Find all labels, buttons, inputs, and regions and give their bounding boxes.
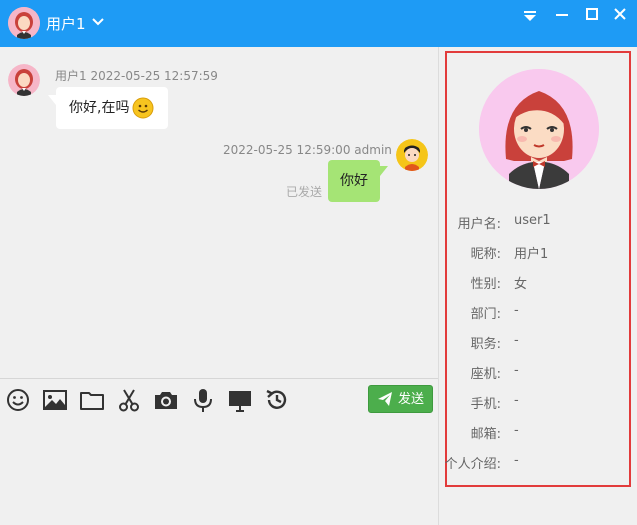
field-value: - <box>514 423 519 438</box>
field-value: - <box>514 333 519 348</box>
scissors-icon[interactable] <box>116 387 142 413</box>
field-label: 部门: <box>470 307 501 322</box>
panel-divider <box>438 47 439 525</box>
minimize-icon[interactable] <box>552 6 572 24</box>
field-value: - <box>514 363 519 378</box>
profile-field-position: 职务: - <box>447 333 629 353</box>
title-bar: 用户1 <box>0 0 637 47</box>
profile-field-bio: 个人介绍: - <box>444 453 629 473</box>
folder-icon[interactable] <box>79 387 105 413</box>
message-sender: admin <box>354 143 392 157</box>
profile-field-email: 邮箱: - <box>447 423 629 443</box>
field-value: user1 <box>514 213 551 228</box>
smiley-emoji-icon <box>132 97 154 119</box>
chat-message-area[interactable]: 用户1 2022-05-25 12:57:59 你好,在吗 2022-05-25… <box>0 47 438 378</box>
menu-dropdown-icon[interactable] <box>520 6 540 24</box>
field-label: 个人介绍: <box>444 457 501 472</box>
monitor-icon[interactable] <box>227 387 253 413</box>
maximize-icon[interactable] <box>582 6 602 24</box>
send-button[interactable]: 发送 <box>368 385 433 413</box>
emoji-icon[interactable] <box>5 387 31 413</box>
field-label: 座机: <box>470 367 501 382</box>
message-time: 2022-05-25 12:59:00 <box>223 143 351 157</box>
sender-avatar[interactable] <box>8 64 40 96</box>
message-input[interactable] <box>0 421 438 525</box>
send-button-label: 发送 <box>398 391 425 406</box>
profile-field-gender: 性别: 女 <box>447 273 629 293</box>
message-status: 已发送 <box>286 185 323 199</box>
message-text: 你好 <box>340 173 368 189</box>
own-avatar[interactable] <box>396 139 428 171</box>
user-avatar[interactable] <box>8 7 40 39</box>
field-value: - <box>514 393 519 408</box>
input-toolbar: 发送 <box>0 378 438 421</box>
profile-field-username: 用户名: user1 <box>447 213 629 233</box>
user-profile-panel: 用户名: user1 昵称: 用户1 性别: 女 部门: - 职务: - 座机:… <box>445 51 631 487</box>
message-time: 2022-05-25 12:57:59 <box>90 69 218 83</box>
paper-plane-icon <box>378 392 392 406</box>
profile-field-nickname: 昵称: 用户1 <box>447 243 629 263</box>
field-value: 女 <box>514 277 528 292</box>
chevron-down-icon[interactable] <box>92 17 104 27</box>
field-value: - <box>514 453 519 468</box>
field-label: 用户名: <box>457 217 501 232</box>
message-bubble-sent[interactable]: 你好 <box>328 160 388 202</box>
microphone-icon[interactable] <box>190 387 216 413</box>
message-sender: 用户1 <box>55 69 87 83</box>
profile-field-mobile: 手机: - <box>447 393 629 413</box>
close-icon[interactable] <box>610 6 630 24</box>
field-value: 用户1 <box>514 247 549 262</box>
camera-icon[interactable] <box>153 387 179 413</box>
field-label: 邮箱: <box>470 427 501 442</box>
profile-avatar <box>479 69 599 189</box>
message-meta: 用户1 2022-05-25 12:57:59 <box>55 67 218 84</box>
message-text: 你好,在吗 <box>69 100 130 116</box>
image-icon[interactable] <box>42 387 68 413</box>
field-label: 手机: <box>470 397 501 412</box>
history-icon[interactable] <box>264 387 290 413</box>
field-value: - <box>514 303 519 318</box>
field-label: 昵称: <box>470 247 501 262</box>
message-meta: 2022-05-25 12:59:00 admin <box>223 143 392 157</box>
field-label: 职务: <box>470 337 501 352</box>
message-bubble-received[interactable]: 你好,在吗 <box>47 87 169 129</box>
profile-field-landline: 座机: - <box>447 363 629 383</box>
current-user-name[interactable]: 用户1 <box>46 13 86 34</box>
field-label: 性别: <box>470 277 501 292</box>
profile-field-department: 部门: - <box>447 303 629 323</box>
